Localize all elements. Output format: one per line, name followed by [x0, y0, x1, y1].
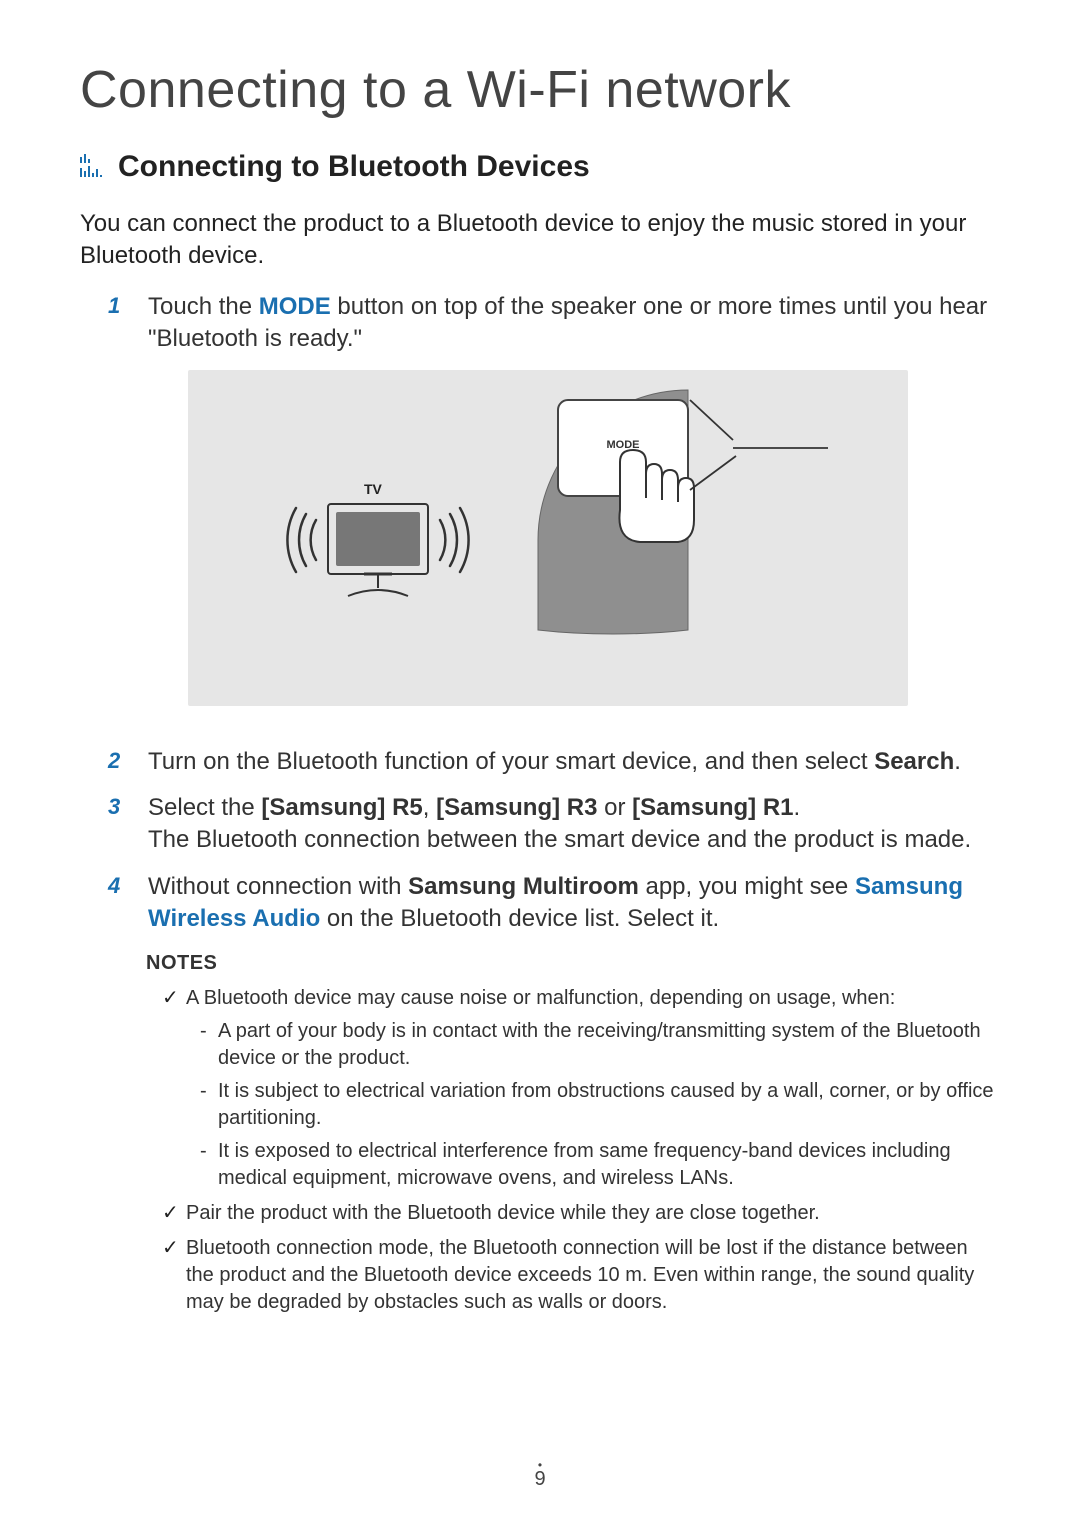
- note-text: A Bluetooth device may cause noise or ma…: [186, 987, 895, 1009]
- step-body: Turn on the Bluetooth function of your s…: [148, 746, 1000, 778]
- notes-heading: NOTES: [146, 952, 1000, 975]
- text: Touch the: [148, 293, 259, 320]
- text: The Bluetooth connection between the sma…: [148, 826, 971, 853]
- model-r3: [Samsung] R3: [436, 794, 597, 821]
- step-number: 1: [80, 291, 148, 732]
- text: Select the: [148, 794, 261, 821]
- search-keyword: Search: [874, 748, 954, 775]
- page-number: • 9: [0, 1462, 1080, 1491]
- text: Turn on the Bluetooth function of your s…: [148, 748, 874, 775]
- page-number-value: 9: [534, 1468, 545, 1490]
- mode-keyword: MODE: [259, 293, 331, 320]
- app-name: Samsung Multiroom: [408, 873, 639, 900]
- section-intro: You can connect the product to a Bluetoo…: [80, 208, 1000, 273]
- steps-list: 1 Touch the MODE button on top of the sp…: [80, 291, 1000, 936]
- text: .: [794, 794, 801, 821]
- model-r1: [Samsung] R1: [632, 794, 793, 821]
- step-number: 4: [80, 871, 148, 936]
- text: .: [954, 748, 961, 775]
- note-subitem: It is exposed to electrical interference…: [200, 1138, 1000, 1192]
- text: ,: [423, 794, 436, 821]
- figure-svg: MODE: [188, 370, 908, 706]
- step-3: 3 Select the [Samsung] R5, [Samsung] R3 …: [80, 792, 1000, 857]
- note-subitem: It is subject to electrical variation fr…: [200, 1078, 1000, 1132]
- note-sublist: A part of your body is in contact with t…: [200, 1018, 1000, 1192]
- step-1: 1 Touch the MODE button on top of the sp…: [80, 291, 1000, 732]
- step-body: Touch the MODE button on top of the spea…: [148, 291, 1000, 732]
- step-body: Select the [Samsung] R5, [Samsung] R3 or…: [148, 792, 1000, 857]
- text: or: [597, 794, 632, 821]
- page: Connecting to a Wi-Fi network Connecting…: [0, 0, 1080, 1527]
- step-body: Without connection with Samsung Multiroo…: [148, 871, 1000, 936]
- model-r5: [Samsung] R5: [261, 794, 422, 821]
- text: app, you might see: [639, 873, 855, 900]
- step-number: 2: [80, 746, 148, 778]
- step-number: 3: [80, 792, 148, 857]
- step-4: 4 Without connection with Samsung Multir…: [80, 871, 1000, 936]
- step-2: 2 Turn on the Bluetooth function of your…: [80, 746, 1000, 778]
- note-item: A Bluetooth device may cause noise or ma…: [162, 985, 1000, 1192]
- page-title: Connecting to a Wi-Fi network: [80, 60, 1000, 120]
- figure-mode-press: TV: [188, 370, 908, 706]
- text: on the Bluetooth device list. Select it.: [320, 905, 719, 932]
- notes-list: A Bluetooth device may cause noise or ma…: [162, 985, 1000, 1316]
- note-item: Bluetooth connection mode, the Bluetooth…: [162, 1235, 1000, 1316]
- note-item: Pair the product with the Bluetooth devi…: [162, 1200, 1000, 1227]
- text: Without connection with: [148, 873, 408, 900]
- section-title: Connecting to Bluetooth Devices: [118, 150, 590, 184]
- note-subitem: A part of your body is in contact with t…: [200, 1018, 1000, 1072]
- tv-label: TV: [364, 480, 382, 499]
- bars-icon: [80, 154, 106, 180]
- section-header: Connecting to Bluetooth Devices: [80, 150, 1000, 184]
